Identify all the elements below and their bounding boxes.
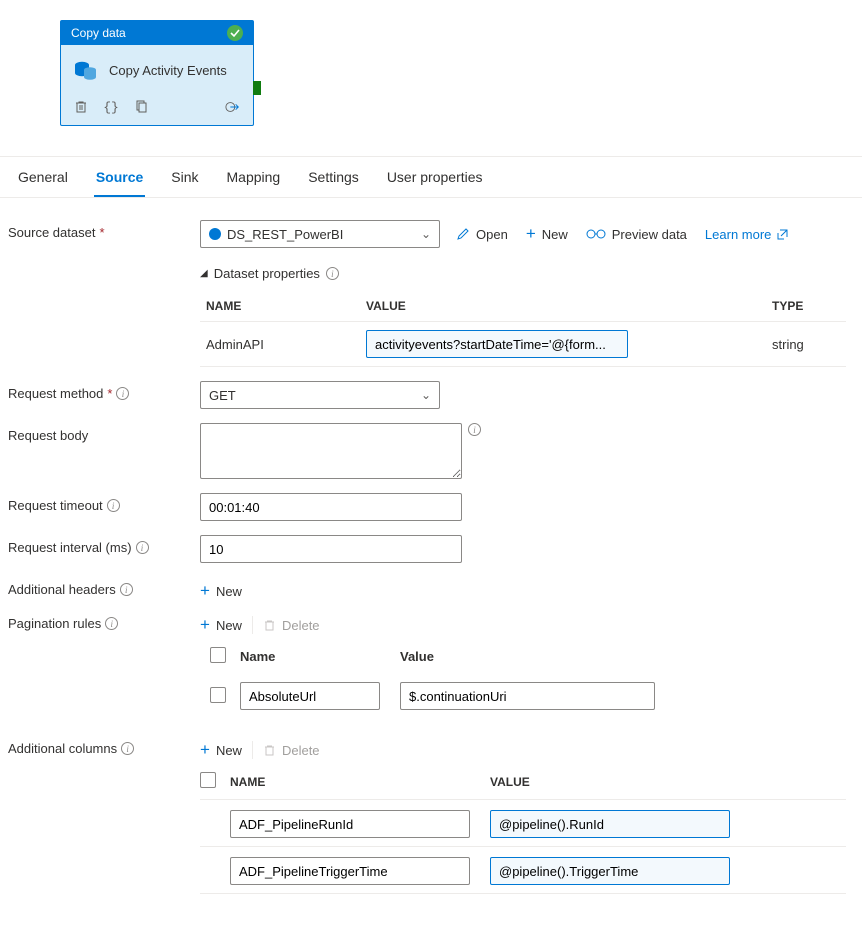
- plus-icon: +: [526, 224, 536, 244]
- info-icon[interactable]: i: [326, 267, 339, 280]
- info-icon[interactable]: i: [107, 499, 120, 512]
- pipeline-canvas: Copy data Copy Activity Events {}: [0, 0, 862, 156]
- activity-title: Copy Activity Events: [109, 63, 227, 78]
- glasses-icon: [586, 228, 606, 240]
- label-request-method: Request method: [8, 386, 103, 401]
- info-icon[interactable]: i: [121, 742, 134, 755]
- info-icon[interactable]: i: [116, 387, 129, 400]
- label-additional-headers: Additional headers: [8, 582, 116, 597]
- trash-icon: [263, 744, 276, 757]
- tab-settings[interactable]: Settings: [306, 157, 361, 197]
- select-all-checkbox[interactable]: [200, 772, 216, 788]
- label-request-interval: Request interval (ms): [8, 540, 132, 555]
- col-value: VALUE: [490, 775, 750, 789]
- copy-data-icon: [73, 57, 99, 83]
- column-value-input[interactable]: [490, 857, 730, 885]
- pagination-row: [200, 674, 846, 718]
- activity-output-port[interactable]: [253, 81, 261, 95]
- column-name-input[interactable]: [230, 810, 470, 838]
- column-name-input[interactable]: [230, 857, 470, 885]
- pagination-value-input[interactable]: [400, 682, 655, 710]
- source-dataset-select[interactable]: DS_REST_PowerBI ⌄: [200, 220, 440, 248]
- prop-name: AdminAPI: [200, 322, 360, 367]
- tab-user-properties[interactable]: User properties: [385, 157, 485, 197]
- table-row: AdminAPI string: [200, 322, 846, 367]
- col-name: Name: [240, 649, 400, 664]
- required-asterisk: *: [99, 225, 104, 240]
- tab-sink[interactable]: Sink: [169, 157, 200, 197]
- delete-column-button[interactable]: Delete: [263, 743, 320, 758]
- col-type: TYPE: [766, 291, 846, 322]
- label-pagination-rules: Pagination rules: [8, 616, 101, 631]
- info-icon[interactable]: i: [468, 423, 481, 436]
- braces-icon[interactable]: {}: [103, 99, 119, 115]
- learn-more-link[interactable]: Learn more: [705, 227, 788, 242]
- trash-icon: [263, 619, 276, 632]
- tab-mapping[interactable]: Mapping: [225, 157, 283, 197]
- plus-icon: +: [200, 615, 210, 635]
- required-asterisk: *: [107, 386, 112, 401]
- label-request-body: Request body: [8, 428, 88, 443]
- activity-type-label: Copy data: [71, 26, 126, 40]
- row-checkbox[interactable]: [210, 687, 226, 703]
- triangle-down-icon: ◢: [200, 268, 208, 279]
- info-icon[interactable]: i: [120, 583, 133, 596]
- add-header-button[interactable]: + New: [200, 577, 242, 605]
- tab-source[interactable]: Source: [94, 157, 145, 197]
- plus-icon: +: [200, 740, 210, 760]
- chevron-down-icon: ⌄: [421, 388, 431, 402]
- label-source-dataset: Source dataset: [8, 225, 95, 240]
- label-dataset-properties: Dataset properties: [214, 266, 320, 281]
- pagination-name-input[interactable]: [240, 682, 380, 710]
- arrow-right-icon[interactable]: [225, 99, 241, 115]
- prop-type: string: [766, 322, 846, 367]
- activity-header: Copy data: [61, 21, 253, 45]
- source-panel: Source dataset * DS_REST_PowerBI ⌄ Open …: [0, 198, 862, 928]
- tab-bar: General Source Sink Mapping Settings Use…: [0, 157, 862, 198]
- dataset-properties-table: NAME VALUE TYPE AdminAPI string: [200, 291, 846, 367]
- delete-pagination-button[interactable]: Delete: [263, 618, 320, 633]
- dataset-icon: [209, 228, 221, 240]
- activity-node-copy-data[interactable]: Copy data Copy Activity Events {}: [60, 20, 254, 126]
- request-body-input[interactable]: [200, 423, 462, 479]
- info-icon[interactable]: i: [136, 541, 149, 554]
- additional-column-row: [200, 847, 846, 894]
- divider: [252, 616, 253, 634]
- plus-icon: +: [200, 581, 210, 601]
- request-method-select[interactable]: GET ⌄: [200, 381, 440, 409]
- copy-icon[interactable]: [133, 99, 149, 115]
- prop-value-input[interactable]: [366, 330, 628, 358]
- additional-column-row: [200, 800, 846, 847]
- add-column-button[interactable]: + New: [200, 736, 242, 764]
- info-icon[interactable]: i: [105, 617, 118, 630]
- label-additional-columns: Additional columns: [8, 741, 117, 756]
- col-name: NAME: [200, 291, 360, 322]
- label-request-timeout: Request timeout: [8, 498, 103, 513]
- request-method-value: GET: [209, 388, 236, 403]
- preview-data-button[interactable]: Preview data: [586, 227, 687, 242]
- divider: [252, 741, 253, 759]
- open-dataset-button[interactable]: Open: [456, 227, 508, 242]
- request-timeout-input[interactable]: [200, 493, 462, 521]
- check-circle-icon: [227, 25, 243, 41]
- select-all-checkbox[interactable]: [210, 647, 226, 663]
- column-value-input[interactable]: [490, 810, 730, 838]
- col-name: NAME: [230, 775, 490, 789]
- chevron-down-icon: ⌄: [421, 227, 431, 241]
- tab-general[interactable]: General: [16, 157, 70, 197]
- add-pagination-button[interactable]: + New: [200, 611, 242, 639]
- pencil-icon: [456, 227, 470, 241]
- new-dataset-button[interactable]: + New: [526, 224, 568, 244]
- request-interval-input[interactable]: [200, 535, 462, 563]
- col-value: Value: [400, 649, 660, 664]
- col-value: VALUE: [360, 291, 766, 322]
- source-dataset-value: DS_REST_PowerBI: [227, 227, 343, 242]
- trash-icon[interactable]: [73, 99, 89, 115]
- external-link-icon: [777, 229, 788, 240]
- dataset-properties-toggle[interactable]: ◢ Dataset properties i: [200, 266, 846, 281]
